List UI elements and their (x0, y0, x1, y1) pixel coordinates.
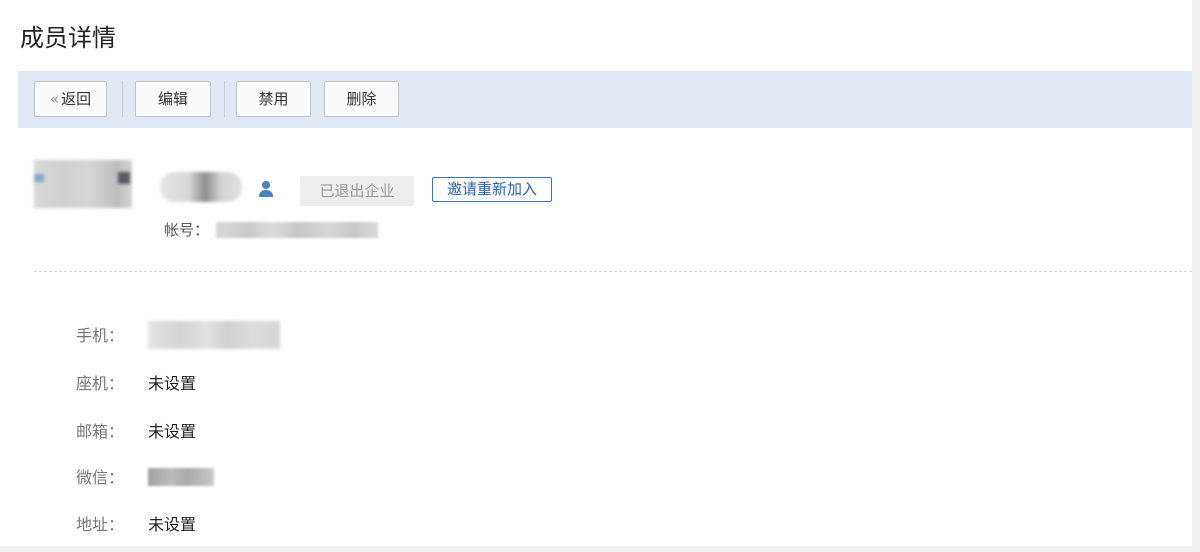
account-label: 帐号： (164, 221, 210, 239)
address-value: 未设置 (148, 515, 197, 534)
back-button-label: 返回 (61, 90, 92, 108)
phone-label: 手机： (76, 326, 125, 345)
back-button[interactable]: «返回 (34, 81, 107, 117)
email-label: 邮箱： (76, 422, 125, 441)
toolbar: «返回 编辑 禁用 删除 (18, 71, 1192, 128)
delete-button[interactable]: 删除 (324, 81, 399, 117)
member-name-redacted (160, 172, 242, 202)
disable-button-label: 禁用 (258, 90, 289, 108)
edit-button[interactable]: 编辑 (135, 81, 211, 117)
delete-button-label: 删除 (346, 90, 377, 108)
status-badge: 已退出企业 (300, 176, 414, 206)
address-label: 地址： (76, 515, 125, 534)
section-divider (34, 271, 1192, 272)
landline-value: 未设置 (148, 374, 197, 393)
landline-label: 座机： (76, 374, 125, 393)
page-title: 成员详情 (20, 24, 116, 52)
edit-button-label: 编辑 (157, 90, 188, 108)
double-chevron-left-icon: « (49, 90, 60, 108)
avatar (34, 160, 132, 208)
toolbar-separator (122, 81, 123, 117)
toolbar-separator (224, 81, 225, 117)
member-detail-panel: 成员详情 «返回 编辑 禁用 删除 已退出企业 邀请重新加入 帐号： 手机： 座… (0, 0, 1192, 546)
user-icon (259, 181, 273, 197)
wechat-value-redacted (148, 468, 214, 486)
disable-button[interactable]: 禁用 (236, 81, 311, 117)
invite-rejoin-button[interactable]: 邀请重新加入 (432, 177, 552, 202)
account-value-redacted (216, 222, 378, 238)
phone-value-redacted (148, 321, 280, 349)
email-value: 未设置 (148, 422, 197, 441)
wechat-label: 微信： (76, 468, 125, 487)
